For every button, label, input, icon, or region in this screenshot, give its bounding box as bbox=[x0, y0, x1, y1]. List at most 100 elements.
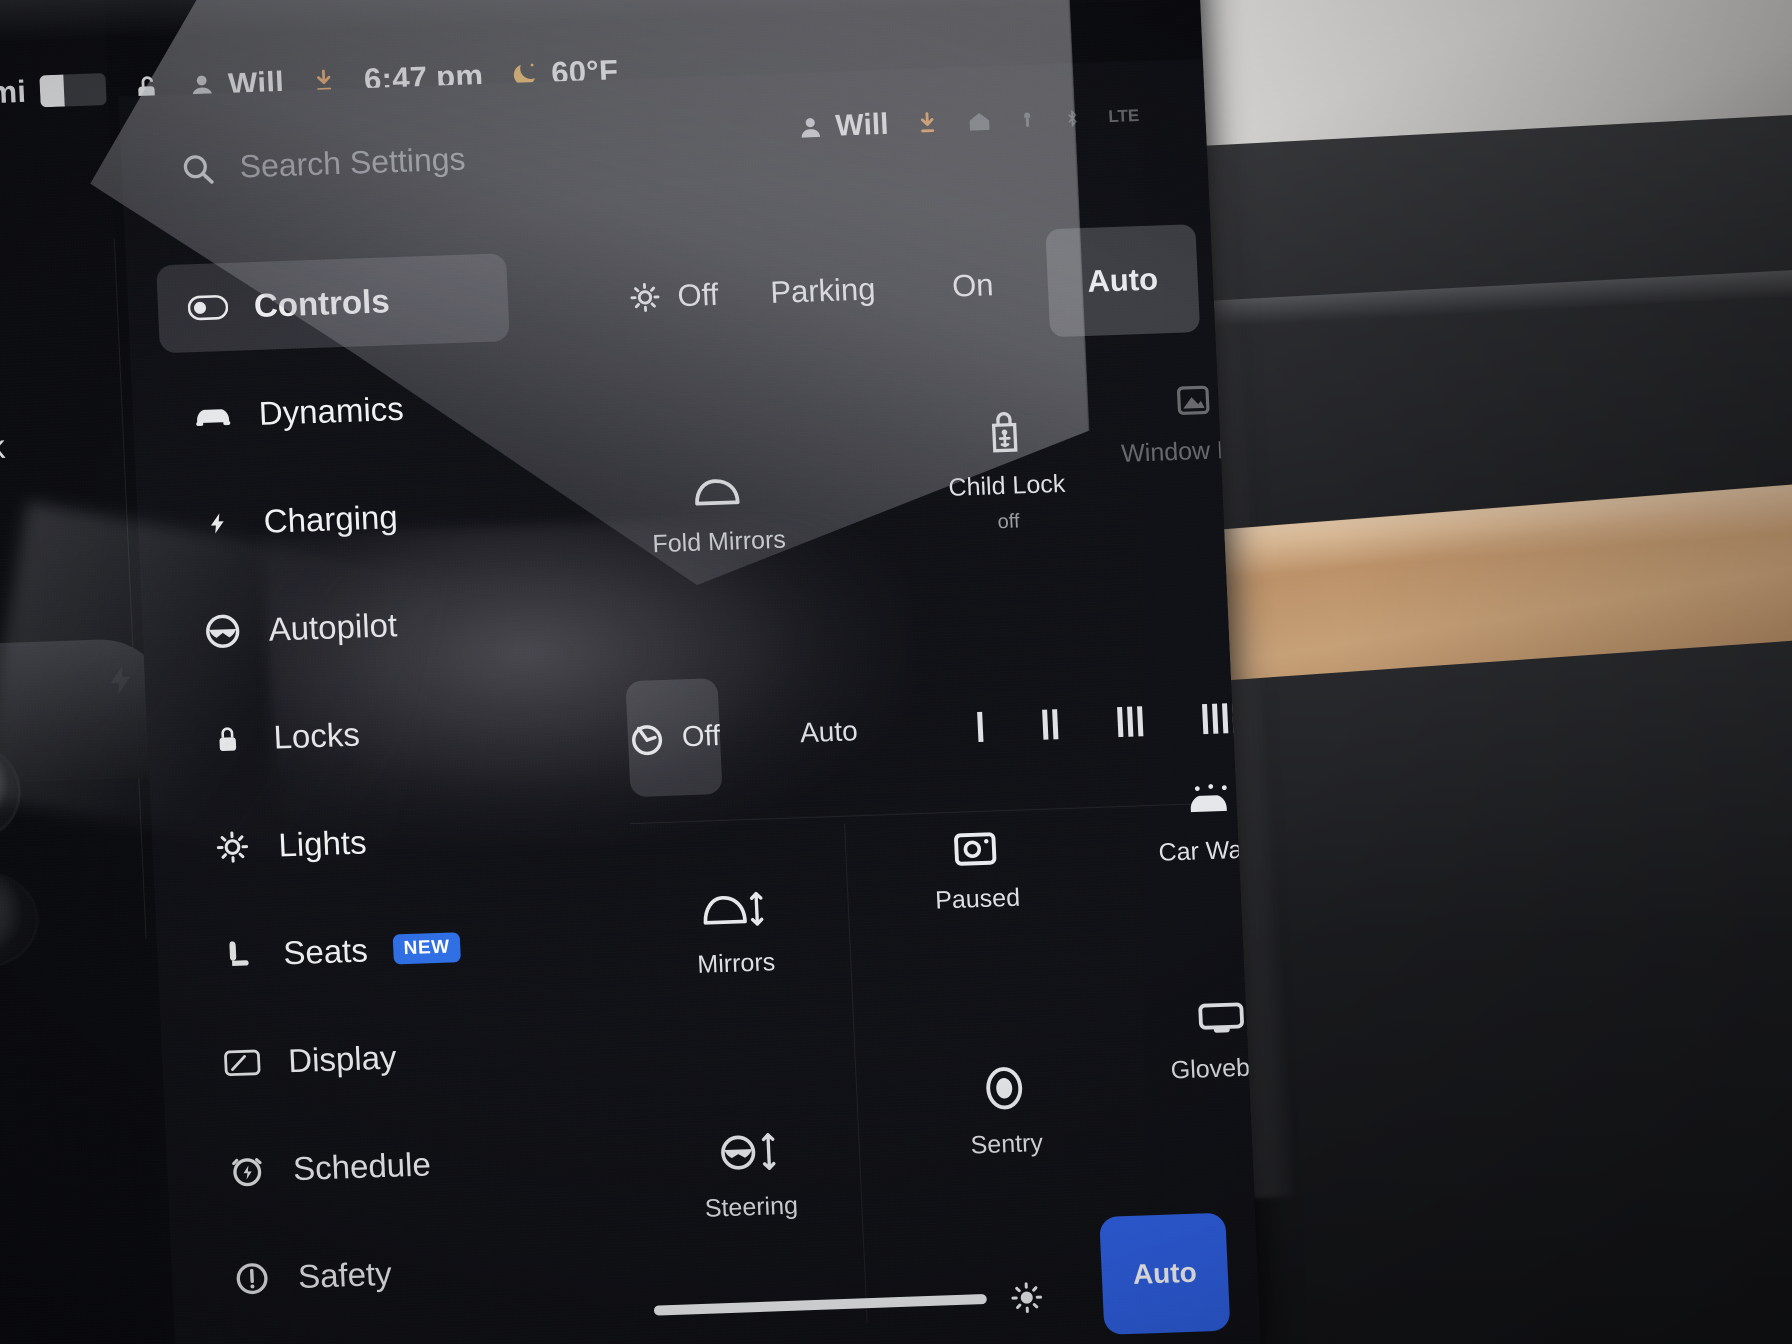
lights-option-label: Auto bbox=[1086, 261, 1159, 299]
tile-glovebox[interactable]: Glovebox bbox=[1130, 996, 1262, 1087]
status-badge: NEW bbox=[393, 932, 461, 965]
vehicle-controls-grid: Mirrors Paused Car Wash Steering Sentry … bbox=[623, 784, 1262, 1344]
tile-label: Fold Mirrors bbox=[651, 525, 787, 559]
settings-panel: Search Settings Will LTE Controls Dynami… bbox=[118, 58, 1262, 1344]
person-icon bbox=[797, 112, 824, 143]
battery-icon bbox=[39, 73, 107, 108]
window-lock-icon bbox=[1173, 381, 1213, 420]
glovebox-icon bbox=[1196, 998, 1246, 1038]
sidebar-item-service[interactable]: Service bbox=[205, 1329, 639, 1344]
home-location-icon[interactable] bbox=[966, 107, 993, 136]
exclamation-circle-icon bbox=[231, 1260, 273, 1297]
brightness-auto-button[interactable]: Auto bbox=[1099, 1212, 1231, 1335]
range-indicator[interactable]: 5 mi bbox=[0, 71, 107, 112]
lights-option-on[interactable]: On bbox=[895, 229, 1050, 342]
mini-profile-name: Will bbox=[834, 107, 890, 143]
controls-content: Off Parking On Auto Fold Mirrors Child L… bbox=[594, 191, 1262, 1344]
wiper-icon bbox=[627, 719, 667, 758]
wiper-button-label: Off bbox=[681, 719, 721, 753]
sidebar-item-charging[interactable]: Charging bbox=[166, 466, 600, 569]
toggle-switch-icon bbox=[187, 294, 229, 321]
car-seat-icon bbox=[217, 935, 259, 974]
wiper-speed-bars bbox=[976, 711, 984, 742]
tile-sentry[interactable]: Sentry bbox=[913, 1061, 1097, 1162]
sidebar-item-label: Locks bbox=[272, 715, 361, 756]
sidebar-item-label: Dynamics bbox=[258, 389, 405, 432]
tile-steering[interactable]: Steering bbox=[658, 1126, 842, 1225]
search-input[interactable]: Search Settings bbox=[179, 141, 466, 188]
key-icon[interactable] bbox=[1018, 105, 1037, 136]
range-value: 5 mi bbox=[0, 73, 28, 111]
alarm-clock-bolt-icon bbox=[226, 1152, 268, 1189]
brightness-track[interactable] bbox=[653, 1294, 987, 1316]
lights-option-off[interactable]: Off bbox=[596, 240, 751, 353]
sidebar-item-controls[interactable]: Controls bbox=[156, 253, 510, 354]
dashcam-camera-icon bbox=[954, 830, 998, 867]
search-placeholder: Search Settings bbox=[238, 140, 467, 185]
sidebar-item-display[interactable]: Display bbox=[190, 1006, 624, 1109]
bluetooth-icon[interactable] bbox=[1062, 103, 1083, 134]
lights-option-label: On bbox=[951, 267, 995, 304]
tile-dashcam[interactable]: Paused bbox=[885, 828, 1069, 917]
sidebar-item-label: Safety bbox=[297, 1254, 393, 1296]
sun-brightness-icon bbox=[212, 828, 254, 865]
settings-sidebar: Controls Dynamics Charging Autopilot Loc… bbox=[156, 250, 640, 1344]
signal-strength-label: LTE bbox=[1107, 106, 1140, 127]
mini-profile-chip[interactable]: Will bbox=[797, 108, 890, 145]
center-touchscreen[interactable]: Open Trunk id balance 5 mi bbox=[0, 0, 1262, 1344]
lightning-bolt-icon bbox=[197, 504, 239, 543]
tile-label: Sentry bbox=[970, 1128, 1044, 1160]
wiper-speed-3[interactable] bbox=[1087, 705, 1173, 738]
side-mirror-icon bbox=[691, 473, 743, 511]
sun-brightness-icon bbox=[1008, 1279, 1046, 1316]
sidebar-item-label: Display bbox=[287, 1038, 398, 1080]
sidebar-item-autopilot[interactable]: Autopilot bbox=[171, 574, 605, 677]
screenshot-root: Open Trunk id balance 5 mi bbox=[0, 0, 1792, 1344]
tile-mirrors[interactable]: Mirrors bbox=[643, 885, 827, 982]
software-update-download-icon[interactable] bbox=[914, 107, 941, 140]
screen-surface: Open Trunk id balance 5 mi bbox=[0, 0, 1262, 1344]
wiper-off-button[interactable]: Off bbox=[625, 678, 723, 798]
wiper-control: Off Auto bbox=[625, 661, 1239, 798]
sun-brightness-icon bbox=[627, 280, 663, 315]
sidebar-item-lights[interactable]: Lights bbox=[181, 790, 615, 893]
steering-wheel-icon bbox=[202, 612, 244, 651]
sidebar-item-safety[interactable]: Safety bbox=[200, 1221, 634, 1324]
mirrors-adjust-icon bbox=[701, 887, 767, 933]
wiper-auto-option[interactable]: Auto bbox=[769, 714, 888, 750]
sidebar-item-label: Controls bbox=[253, 282, 391, 325]
sidebar-item-schedule[interactable]: Schedule bbox=[195, 1114, 629, 1217]
sidebar-item-label: Autopilot bbox=[267, 606, 398, 648]
wiper-speed-2[interactable] bbox=[1012, 708, 1088, 741]
lights-mode-control: Off Parking On Auto bbox=[595, 216, 1262, 358]
tile-child-lock[interactable]: Child Lock off bbox=[913, 405, 1099, 537]
screen-glare-edge bbox=[0, 0, 1201, 53]
tile-label: Steering bbox=[704, 1191, 799, 1223]
tile-label: Child Lock bbox=[947, 469, 1066, 502]
lights-option-label: Parking bbox=[769, 271, 877, 310]
child-lock-icon bbox=[985, 407, 1023, 454]
brightness-slider[interactable] bbox=[653, 1279, 1045, 1329]
sidebar-item-locks[interactable]: Locks bbox=[176, 682, 610, 785]
sidebar-item-dynamics[interactable]: Dynamics bbox=[161, 358, 595, 461]
tile-label: Mirrors bbox=[696, 948, 776, 979]
sidebar-item-seats[interactable]: Seats NEW bbox=[185, 898, 619, 1001]
padlock-icon bbox=[207, 721, 249, 758]
lights-option-parking[interactable]: Parking bbox=[745, 235, 900, 348]
sidebar-item-label: Charging bbox=[262, 498, 399, 540]
sidebar-item-label: Schedule bbox=[292, 1145, 432, 1188]
search-icon bbox=[179, 150, 217, 187]
display-screen-icon bbox=[222, 1046, 263, 1079]
wiper-speed-1[interactable] bbox=[947, 711, 1013, 743]
lights-option-auto[interactable]: Auto bbox=[1045, 224, 1201, 338]
tile-label: Glovebox bbox=[1170, 1052, 1262, 1085]
lock-tiles: Fold Mirrors Child Lock off Window Lock bbox=[603, 381, 1262, 558]
tile-label: Paused bbox=[934, 883, 1021, 915]
steering-adjust-icon bbox=[716, 1128, 782, 1176]
car-wash-icon bbox=[1185, 782, 1239, 820]
sidebar-item-label: Seats bbox=[282, 931, 369, 972]
car-front-icon bbox=[192, 400, 233, 431]
tile-fold-mirrors[interactable]: Fold Mirrors bbox=[626, 471, 810, 560]
lights-option-label: Off bbox=[676, 276, 720, 314]
sidebar-item-label: Lights bbox=[277, 823, 368, 864]
